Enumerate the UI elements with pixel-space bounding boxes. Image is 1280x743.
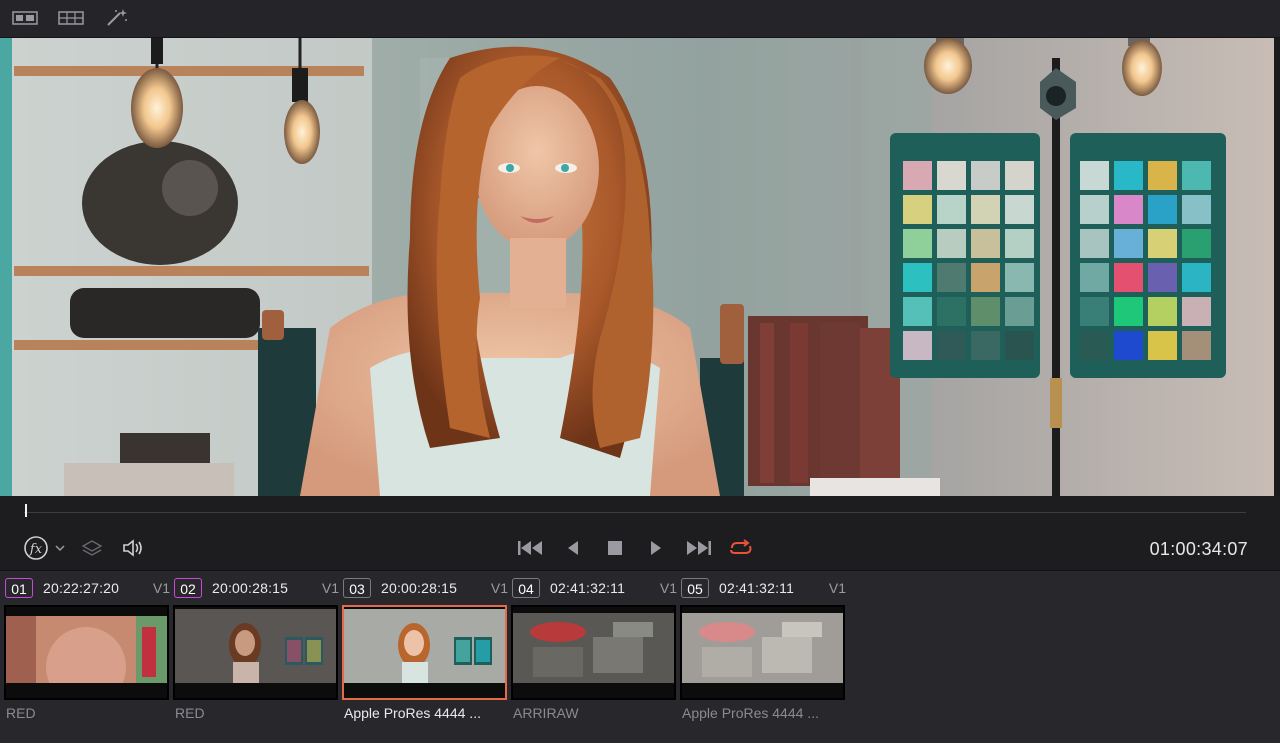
play-icon[interactable] <box>645 536 667 560</box>
clip-thumbnail[interactable] <box>680 605 845 700</box>
magic-wand-icon[interactable] <box>102 6 132 30</box>
timecode-display: 01:00:34:07 <box>1149 539 1248 559</box>
clip-timecode: 02:41:32:11 <box>550 580 626 596</box>
clip-thumbnail-selected[interactable] <box>342 605 507 700</box>
clip-item[interactable]: 02 20:00:28:15 V1 RED <box>173 578 339 728</box>
clip-thumbnail[interactable] <box>173 605 338 700</box>
clip-timecode: 20:00:28:15 <box>381 580 458 596</box>
playhead[interactable] <box>25 504 27 517</box>
clip-codec: Apple ProRes 4444 ... <box>344 705 481 721</box>
clip-codec: RED <box>175 705 205 721</box>
clip-number: 04 <box>512 578 540 598</box>
clip-number: 01 <box>5 578 33 598</box>
step-back-icon[interactable] <box>562 536 584 560</box>
clip-track: V1 <box>152 580 170 596</box>
clip-number: 03 <box>343 578 371 598</box>
scrubber-track[interactable] <box>24 512 1246 513</box>
layers-icon[interactable] <box>80 536 104 560</box>
clip-track: V1 <box>659 580 677 596</box>
clip-codec: ARRIRAW <box>513 705 579 721</box>
skip-to-start-icon[interactable] <box>515 536 545 560</box>
fx-icon[interactable]: fx <box>22 536 50 560</box>
clip-item[interactable]: 03 20:00:28:15 V1 Apple ProRes 4444 ... <box>342 578 508 728</box>
clip-track: V1 <box>321 580 339 596</box>
timeline-scrubber[interactable] <box>0 496 1280 526</box>
clip-codec: RED <box>6 705 36 721</box>
clip-thumbnail[interactable] <box>4 605 169 700</box>
clip-timecode: 02:41:32:11 <box>719 580 795 596</box>
clip-thumbnail[interactable] <box>511 605 676 700</box>
svg-text:fx: fx <box>29 542 43 557</box>
chevron-down-icon[interactable] <box>53 536 67 560</box>
stop-icon[interactable] <box>603 536 627 560</box>
clip-item[interactable]: 01 20:22:27:20 V1 RED <box>4 578 170 728</box>
clip-timecode: 20:22:27:20 <box>43 580 120 596</box>
clip-track: V1 <box>490 580 508 596</box>
clip-thumbnail-strip: 01 20:22:27:20 V1 RED 02 20:00:28:15 V1 <box>0 571 1280 743</box>
transport-controls: fx 01:00:34:07 <box>0 526 1280 571</box>
skip-to-end-icon[interactable] <box>684 536 714 560</box>
clip-number: 05 <box>681 578 709 598</box>
speaker-icon[interactable] <box>120 536 146 560</box>
single-viewer-icon[interactable] <box>10 6 40 30</box>
clip-item[interactable]: 05 02:41:32:11 V1 Apple ProRes 4444 ... <box>680 578 846 728</box>
viewer-toolbar <box>0 0 1280 38</box>
clip-item[interactable]: 04 02:41:32:11 V1 ARRIRAW <box>511 578 677 728</box>
clip-number: 02 <box>174 578 202 598</box>
video-viewer[interactable] <box>0 38 1280 496</box>
video-frame-image <box>0 38 1280 496</box>
clip-timecode: 20:00:28:15 <box>212 580 289 596</box>
grid-viewer-icon[interactable] <box>56 6 86 30</box>
clip-track: V1 <box>828 580 846 596</box>
loop-icon[interactable] <box>726 536 756 560</box>
clip-codec: Apple ProRes 4444 ... <box>682 705 819 721</box>
